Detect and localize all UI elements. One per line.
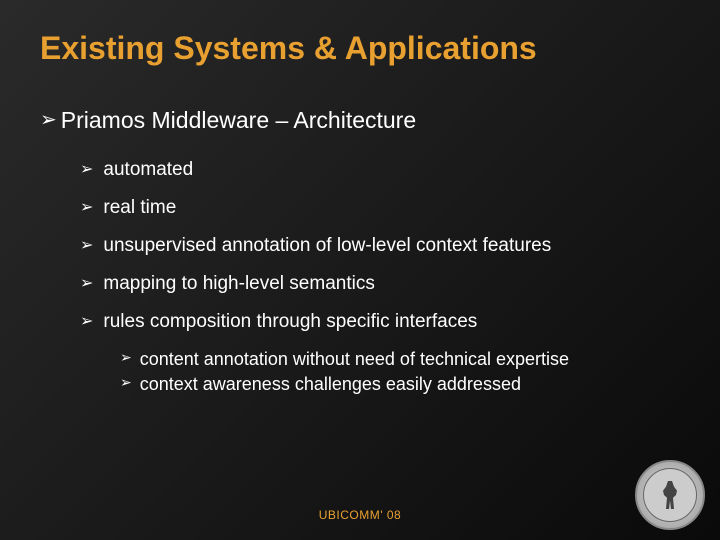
sub-sub-bullet-text: content annotation without need of techn…	[140, 349, 569, 370]
sub-bullet: ➢ mapping to high-level semantics	[80, 273, 680, 295]
arrow-icon: ➢	[80, 235, 93, 255]
sub-bullet: ➢ unsupervised annotation of low-level c…	[80, 235, 680, 257]
slide-title: Existing Systems & Applications	[40, 30, 680, 67]
arrow-icon: ➢	[80, 273, 93, 293]
arrow-icon: ➢	[80, 197, 93, 217]
sub-bullet-text: unsupervised annotation of low-level con…	[103, 235, 551, 257]
sub-bullet: ➢ automated	[80, 159, 680, 181]
sub-bullet-text: mapping to high-level semantics	[103, 273, 374, 295]
arrow-icon: ➢	[120, 349, 132, 366]
main-bullet: ➢ Priamos Middleware – Architecture	[40, 107, 680, 134]
sub-bullet: ➢ rules composition through specific int…	[80, 311, 680, 333]
sub-sub-bullet: ➢ content annotation without need of tec…	[120, 349, 680, 370]
university-seal-icon	[635, 460, 705, 530]
footer-text: UBICOMM' 08	[319, 508, 401, 522]
slide-container: Existing Systems & Applications ➢ Priamo…	[0, 0, 720, 540]
sub-bullet-text: automated	[103, 159, 193, 181]
sub-sub-bullet: ➢ context awareness challenges easily ad…	[120, 374, 680, 395]
sub-bullet-text: rules composition through specific inter…	[103, 311, 477, 333]
main-bullet-text: Priamos Middleware – Architecture	[61, 107, 416, 134]
arrow-icon: ➢	[40, 107, 57, 132]
seal-inner	[643, 468, 697, 522]
arrow-icon: ➢	[120, 374, 132, 391]
seal-figure-icon	[660, 481, 680, 509]
sub-sub-bullet-text: context awareness challenges easily addr…	[140, 374, 521, 395]
arrow-icon: ➢	[80, 311, 93, 331]
sub-bullet-text: real time	[103, 197, 176, 219]
sub-bullet: ➢ real time	[80, 197, 680, 219]
arrow-icon: ➢	[80, 159, 93, 179]
